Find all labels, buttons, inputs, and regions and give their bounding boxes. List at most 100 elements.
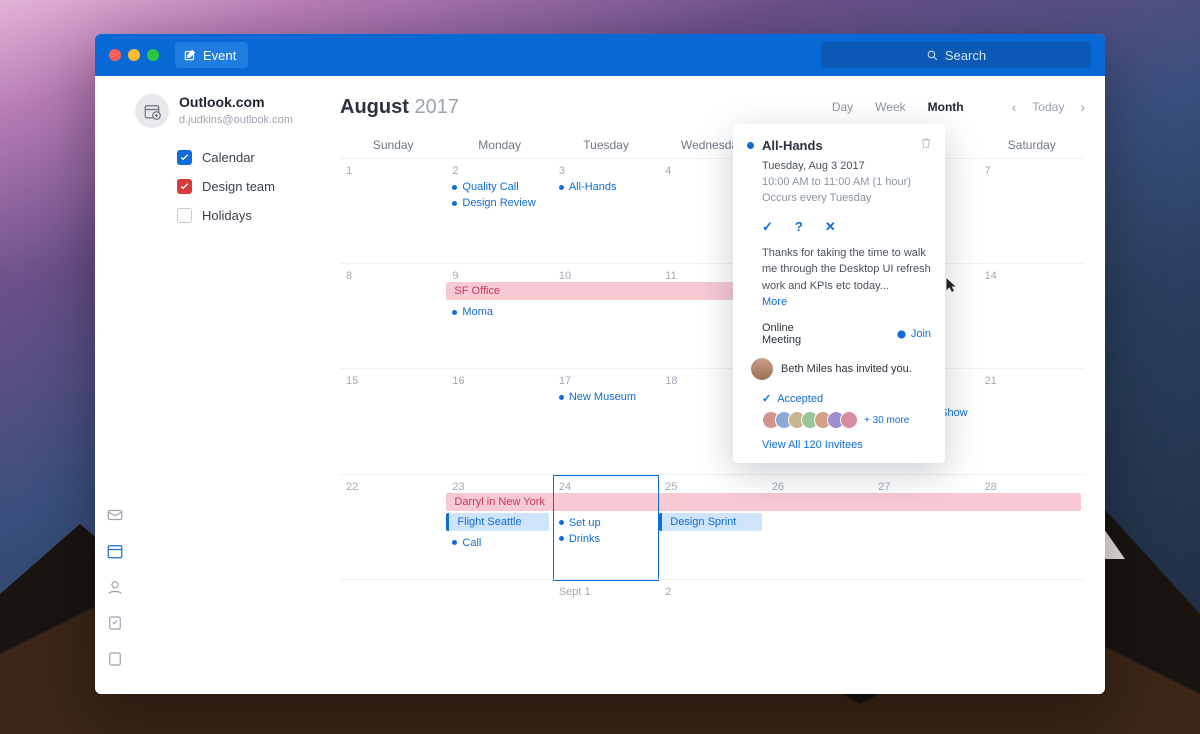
account-email: d.judkins@outlook.com <box>179 114 293 126</box>
day-cell[interactable]: 28 <box>979 475 1085 579</box>
day-cell[interactable]: 8 <box>340 264 446 368</box>
day-number: 28 <box>985 481 1079 493</box>
all-day-event[interactable]: Design Sprint <box>659 513 761 531</box>
view-day[interactable]: Day <box>832 100 853 114</box>
popover-recurrence: Occurs every Tuesday <box>762 191 931 207</box>
description-more-link[interactable]: More <box>762 296 787 308</box>
people-icon[interactable] <box>106 578 124 596</box>
day-cell[interactable]: 22 <box>340 475 446 579</box>
notes-icon[interactable] <box>106 650 124 668</box>
next-period-button[interactable]: › <box>1080 99 1085 115</box>
day-cell[interactable]: 14 <box>979 264 1085 368</box>
day-number: 22 <box>346 481 440 493</box>
day-cell[interactable]: 1 <box>340 159 446 263</box>
inviter-row: Beth Miles has invited you. <box>751 358 931 380</box>
day-cell[interactable] <box>340 580 446 684</box>
checkbox-icon <box>177 208 192 223</box>
delete-event-button[interactable] <box>919 136 933 153</box>
calendar-event[interactable]: Set up <box>559 517 653 529</box>
week-row: 12Quality CallDesign Review3All-Hands456… <box>340 158 1085 263</box>
attendee-avatars: + 30 more <box>762 411 931 429</box>
new-event-button[interactable]: Event <box>175 42 248 68</box>
calendar-toggle[interactable]: Calendar <box>177 150 330 165</box>
day-cell[interactable]: 9Moma <box>446 264 552 368</box>
calendar-event[interactable]: New Museum <box>559 391 653 403</box>
calendar-toggle[interactable]: Design team <box>177 179 330 194</box>
day-cell[interactable]: 10 <box>553 264 659 368</box>
account-avatar-icon <box>135 94 169 128</box>
day-cell[interactable]: 7 <box>979 159 1085 263</box>
day-number: 2 <box>665 586 759 598</box>
day-cell[interactable]: 16 <box>446 369 552 473</box>
view-week[interactable]: Week <box>875 100 905 114</box>
inviter-text: Beth Miles has invited you. <box>781 363 912 375</box>
calendar-toggle[interactable]: Holidays <box>177 208 330 223</box>
inviter-avatar <box>751 358 773 380</box>
day-number: 8 <box>346 270 440 282</box>
day-cell[interactable]: 2 Quality Call Design Review <box>446 159 552 263</box>
period-title: August 2017 <box>340 96 459 119</box>
calendar-event[interactable]: Moma <box>452 306 546 318</box>
day-number: 17 <box>559 375 653 387</box>
day-cell[interactable]: 26 <box>766 475 872 579</box>
calendar-event[interactable]: Call <box>452 537 546 549</box>
day-cell[interactable]: 3 All-Hands <box>553 159 659 263</box>
day-cell[interactable]: 17 New Museum <box>553 369 659 473</box>
calendar-label: Holidays <box>202 208 252 223</box>
day-cell[interactable]: 24Set upDrinks <box>553 475 659 579</box>
calendar-icon[interactable] <box>106 542 124 560</box>
day-cell[interactable]: Sept 1 <box>553 580 659 684</box>
day-cell[interactable]: 27 <box>872 475 978 579</box>
calendar-event[interactable]: Design Review <box>452 197 546 209</box>
tentative-button[interactable]: ? <box>795 219 803 235</box>
prev-period-button[interactable]: ‹ <box>1012 99 1017 115</box>
day-cell[interactable]: 15 <box>340 369 446 473</box>
popover-title: All-Hands <box>747 138 931 153</box>
day-number: 3 <box>559 165 653 177</box>
day-number: 7 <box>985 165 1079 177</box>
all-day-event[interactable]: Flight Seattle <box>446 513 548 531</box>
popover-date: Tuesday, Aug 3 2017 <box>762 159 931 175</box>
calendar-event[interactable]: All-Hands <box>559 181 653 193</box>
decline-button[interactable]: ✕ <box>825 219 836 235</box>
day-cell[interactable]: 2 <box>659 580 765 684</box>
today-button[interactable]: Today <box>1032 100 1064 114</box>
day-cell[interactable] <box>446 580 552 684</box>
account-header[interactable]: Outlook.com d.judkins@outlook.com <box>135 94 330 128</box>
day-cell[interactable]: 21 <box>979 369 1085 473</box>
calendar-event[interactable]: Drinks <box>559 533 653 545</box>
day-number: 15 <box>346 375 440 387</box>
attendee-more[interactable]: + 30 more <box>864 415 909 426</box>
close-window-button[interactable] <box>109 49 121 61</box>
new-event-label: Event <box>203 48 236 63</box>
day-cell[interactable] <box>872 580 978 684</box>
compose-icon <box>183 48 197 62</box>
popover-time: 10:00 AM to 11:00 AM (1 hour) <box>762 175 931 191</box>
weekday-label: Saturday <box>979 138 1085 152</box>
calendar-label: Design team <box>202 179 275 194</box>
day-number: 23 <box>452 481 546 493</box>
calendar-event[interactable]: Quality Call <box>452 181 546 193</box>
account-name: Outlook.com <box>179 94 293 110</box>
window-titlebar: Event Search <box>95 34 1105 76</box>
mail-icon[interactable] <box>106 506 124 524</box>
view-all-invitees-link[interactable]: View All 120 Invitees <box>762 439 863 451</box>
view-month[interactable]: Month <box>928 100 964 114</box>
all-day-event[interactable]: Darryl in New York <box>446 493 1081 511</box>
calendar-list: Calendar Design team Holidays <box>177 150 330 223</box>
tasks-icon[interactable] <box>106 614 124 632</box>
day-number: 2 <box>452 165 546 177</box>
minimize-window-button[interactable] <box>128 49 140 61</box>
weekday-label: Monday <box>446 138 552 152</box>
day-cell[interactable] <box>766 580 872 684</box>
weekday-label: Sunday <box>340 138 446 152</box>
day-number: 1 <box>346 165 440 177</box>
search-field[interactable]: Search <box>821 42 1091 68</box>
month-grid: 12Quality CallDesign Review3All-Hands456… <box>340 158 1085 684</box>
maximize-window-button[interactable] <box>147 49 159 61</box>
day-cell[interactable] <box>979 580 1085 684</box>
all-day-event[interactable]: SF Office <box>446 282 761 300</box>
accept-button[interactable]: ✓ <box>762 219 773 235</box>
day-number: 27 <box>878 481 972 493</box>
join-meeting-button[interactable]: Join <box>896 328 931 340</box>
